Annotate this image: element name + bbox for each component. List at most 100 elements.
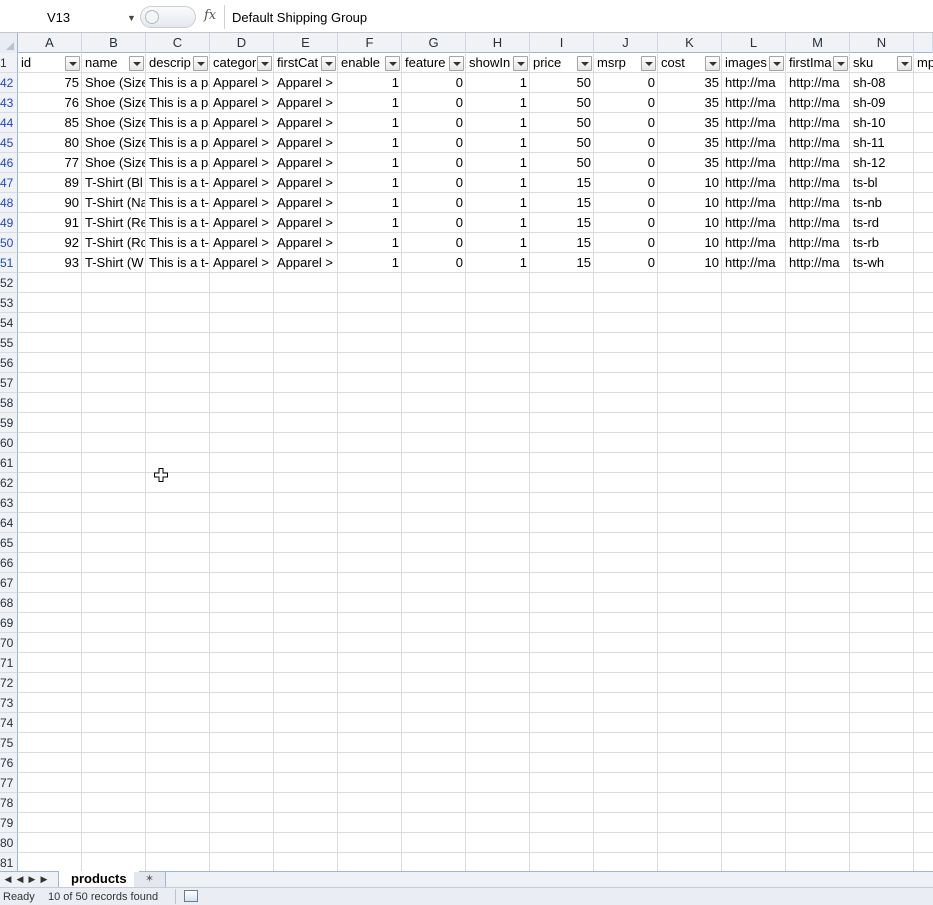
table-cell[interactable]: 1	[338, 173, 402, 193]
row-header[interactable]: 77	[0, 773, 18, 793]
table-cell[interactable]: Apparel >	[210, 93, 274, 113]
table-cell[interactable]: sh-12	[850, 153, 914, 173]
table-cell[interactable]: Apparel >	[210, 213, 274, 233]
column-header-K[interactable]: K	[658, 33, 722, 53]
table-cell[interactable]: 0	[402, 153, 466, 173]
row-header[interactable]: 70	[0, 633, 18, 653]
row-header[interactable]: 55	[0, 333, 18, 353]
table-cell[interactable]: 50	[530, 73, 594, 93]
row-header[interactable]: 1	[0, 53, 18, 73]
table-cell[interactable]: 50	[530, 93, 594, 113]
table-cell[interactable]: 15	[530, 173, 594, 193]
table-cell[interactable]: http://ma	[722, 113, 786, 133]
table-cell[interactable]: 35	[658, 113, 722, 133]
table-cell[interactable]: This is a t-	[146, 233, 210, 253]
table-cell[interactable]: This is a t-	[146, 253, 210, 273]
row-header[interactable]: 73	[0, 693, 18, 713]
table-cell[interactable]: Apparel >	[274, 153, 338, 173]
column-header-overflow[interactable]	[914, 33, 933, 53]
row-header[interactable]: 42	[0, 73, 18, 93]
table-cell[interactable]: http://ma	[722, 253, 786, 273]
header-cell-id[interactable]: id	[18, 53, 64, 73]
filter-dropdown-icon[interactable]	[705, 56, 720, 71]
table-cell[interactable]: 90	[18, 193, 82, 213]
table-cell[interactable]: http://ma	[786, 213, 850, 233]
table-cell[interactable]: http://ma	[786, 113, 850, 133]
table-cell[interactable]: 0	[594, 153, 658, 173]
table-cell[interactable]: 1	[466, 73, 530, 93]
table-cell[interactable]: Apparel >	[274, 233, 338, 253]
filter-dropdown-icon[interactable]	[577, 56, 592, 71]
column-header-A[interactable]: A	[18, 33, 82, 53]
table-cell[interactable]: 0	[594, 193, 658, 213]
table-cell[interactable]: This is a pa	[146, 113, 210, 133]
table-cell[interactable]: http://ma	[786, 93, 850, 113]
table-cell[interactable]: Apparel >	[274, 173, 338, 193]
table-cell[interactable]: Shoe (Size	[82, 93, 146, 113]
table-cell[interactable]: http://ma	[722, 73, 786, 93]
table-cell[interactable]: Apparel >	[210, 153, 274, 173]
row-header[interactable]: 53	[0, 293, 18, 313]
row-header[interactable]: 60	[0, 433, 18, 453]
table-cell[interactable]: ts-nb	[850, 193, 914, 213]
table-cell[interactable]: 1	[338, 153, 402, 173]
column-header-E[interactable]: E	[274, 33, 338, 53]
column-header-N[interactable]: N	[850, 33, 914, 53]
table-cell[interactable]: Apparel >	[274, 213, 338, 233]
table-cell[interactable]: sh-09	[850, 93, 914, 113]
table-cell[interactable]: Apparel >	[210, 173, 274, 193]
header-cell-name[interactable]: name	[82, 53, 128, 73]
formula-bar-resize-handle[interactable]	[140, 6, 196, 28]
row-header[interactable]: 79	[0, 813, 18, 833]
table-cell[interactable]: T-Shirt (Na	[82, 193, 146, 213]
table-cell[interactable]: Apparel >	[210, 253, 274, 273]
table-cell[interactable]: 1	[466, 193, 530, 213]
table-cell[interactable]: 85	[18, 113, 82, 133]
table-cell[interactable]: 1	[338, 233, 402, 253]
column-header-C[interactable]: C	[146, 33, 210, 53]
formula-input[interactable]: Default Shipping Group	[232, 10, 367, 25]
row-header[interactable]: 65	[0, 533, 18, 553]
row-header[interactable]: 56	[0, 353, 18, 373]
table-cell[interactable]: Apparel >	[210, 133, 274, 153]
table-cell[interactable]: 1	[466, 253, 530, 273]
table-cell[interactable]: Apparel >	[274, 93, 338, 113]
table-cell[interactable]: 10	[658, 233, 722, 253]
table-cell[interactable]: 35	[658, 133, 722, 153]
header-cell-enable[interactable]: enable	[338, 53, 384, 73]
table-cell[interactable]: http://ma	[722, 133, 786, 153]
row-header[interactable]: 61	[0, 453, 18, 473]
filter-dropdown-icon[interactable]	[449, 56, 464, 71]
column-header-B[interactable]: B	[82, 33, 146, 53]
row-header[interactable]: 64	[0, 513, 18, 533]
table-cell[interactable]: T-Shirt (Bl	[82, 173, 146, 193]
row-header[interactable]: 71	[0, 653, 18, 673]
filter-dropdown-icon[interactable]	[321, 56, 336, 71]
row-header[interactable]: 48	[0, 193, 18, 213]
row-header[interactable]: 54	[0, 313, 18, 333]
table-cell[interactable]: This is a pa	[146, 73, 210, 93]
table-cell[interactable]: Apparel >	[274, 193, 338, 213]
table-cell[interactable]: 0	[594, 113, 658, 133]
filter-dropdown-icon[interactable]	[257, 56, 272, 71]
row-header[interactable]: 80	[0, 833, 18, 853]
table-cell[interactable]: 1	[338, 113, 402, 133]
row-header[interactable]: 50	[0, 233, 18, 253]
table-cell[interactable]: Apparel >	[274, 253, 338, 273]
table-cell[interactable]: http://ma	[722, 173, 786, 193]
table-cell[interactable]: http://ma	[786, 73, 850, 93]
table-cell[interactable]: Apparel >	[274, 133, 338, 153]
row-header[interactable]: 51	[0, 253, 18, 273]
table-cell[interactable]: 35	[658, 73, 722, 93]
table-cell[interactable]: 10	[658, 173, 722, 193]
table-cell[interactable]: 0	[402, 233, 466, 253]
table-cell[interactable]: ts-rd	[850, 213, 914, 233]
table-cell[interactable]: 0	[402, 213, 466, 233]
header-cell-descrip[interactable]: descrip	[146, 53, 192, 73]
column-header-G[interactable]: G	[402, 33, 466, 53]
table-cell[interactable]: 35	[658, 153, 722, 173]
table-cell[interactable]: 0	[402, 173, 466, 193]
column-header-H[interactable]: H	[466, 33, 530, 53]
table-cell[interactable]: 1	[466, 233, 530, 253]
header-cell-price[interactable]: price	[530, 53, 576, 73]
